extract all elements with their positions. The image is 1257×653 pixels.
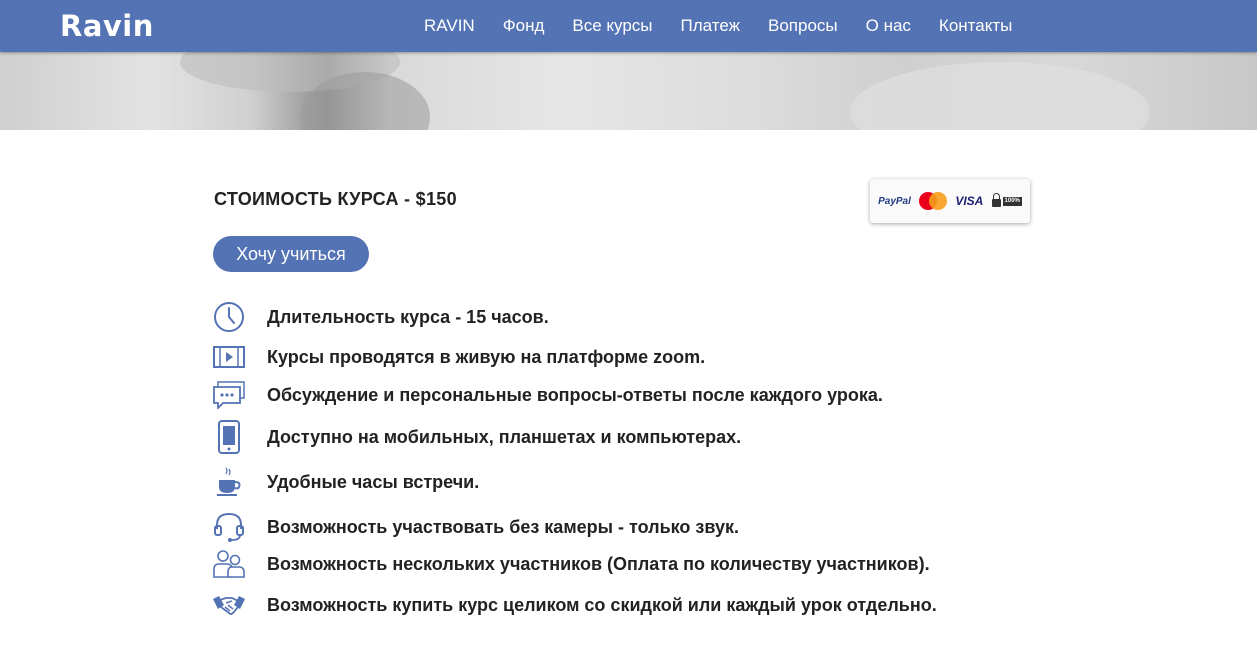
feature-item: Курсы проводятся в живую на платформе zo… xyxy=(212,340,705,374)
payment-methods-badge: PayPal VISA 100% xyxy=(870,179,1030,223)
feature-text: Курсы проводятся в живую на платформе zo… xyxy=(267,346,706,367)
secure-lock-icon: 100% xyxy=(991,193,1022,207)
feature-text: Возможность купить курс целиком со скидк… xyxy=(267,594,937,615)
feature-text: Возможность участвовать без камеры - тол… xyxy=(267,516,739,537)
nav-item-ravin[interactable]: RAVIN xyxy=(424,16,475,36)
feature-text: Удобные часы встречи. xyxy=(267,471,480,492)
feature-item: Доступно на мобильных, планшетах и компь… xyxy=(212,420,741,454)
feature-item: Обсуждение и персональные вопросы-ответы… xyxy=(212,378,883,412)
ravin-logo[interactable]: Ravin xyxy=(60,8,154,44)
feature-text: Возможность нескольких участников (Оплат… xyxy=(267,553,930,574)
hero-banner-image xyxy=(0,52,1257,130)
feature-item: Возможность нескольких участников (Оплат… xyxy=(212,547,930,581)
nav-item-fund[interactable]: Фонд xyxy=(503,16,545,36)
top-navbar: Ravin RAVIN Фонд Все курсы Платеж Вопрос… xyxy=(0,0,1257,52)
feature-item: Возможность купить курс целиком со скидк… xyxy=(212,588,937,622)
main-nav: RAVIN Фонд Все курсы Платеж Вопросы О на… xyxy=(410,0,1026,52)
coffee-icon xyxy=(212,465,246,499)
feature-item: Удобные часы встречи. xyxy=(212,465,479,499)
feature-text: Длительность курса - 15 часов. xyxy=(267,306,549,327)
feature-item: Возможность участвовать без камеры - тол… xyxy=(212,510,739,544)
video-icon xyxy=(212,340,246,374)
users-icon xyxy=(212,547,246,581)
clock-icon xyxy=(212,300,246,334)
nav-item-payment[interactable]: Платеж xyxy=(681,16,740,36)
feature-item: Длительность курса - 15 часов. xyxy=(212,300,549,334)
paypal-logo: PayPal xyxy=(878,195,911,207)
feature-text: Обсуждение и персональные вопросы-ответы… xyxy=(267,384,883,405)
handshake-icon xyxy=(212,588,246,622)
feature-text: Доступно на мобильных, планшетах и компь… xyxy=(267,426,742,447)
mobile-icon xyxy=(212,420,246,454)
nav-item-questions[interactable]: Вопросы xyxy=(768,16,838,36)
visa-logo: VISA xyxy=(955,194,984,208)
mastercard-logo xyxy=(919,192,948,210)
enroll-button[interactable]: Хочу учиться xyxy=(213,236,369,272)
nav-item-about[interactable]: О нас xyxy=(866,16,911,36)
nav-item-contacts[interactable]: Контакты xyxy=(939,16,1012,36)
nav-item-all-courses[interactable]: Все курсы xyxy=(572,16,652,36)
chat-icon xyxy=(212,378,246,412)
headset-icon xyxy=(212,510,246,544)
course-price-title: СТОИМОСТЬ КУРСА - $150 xyxy=(214,189,457,209)
